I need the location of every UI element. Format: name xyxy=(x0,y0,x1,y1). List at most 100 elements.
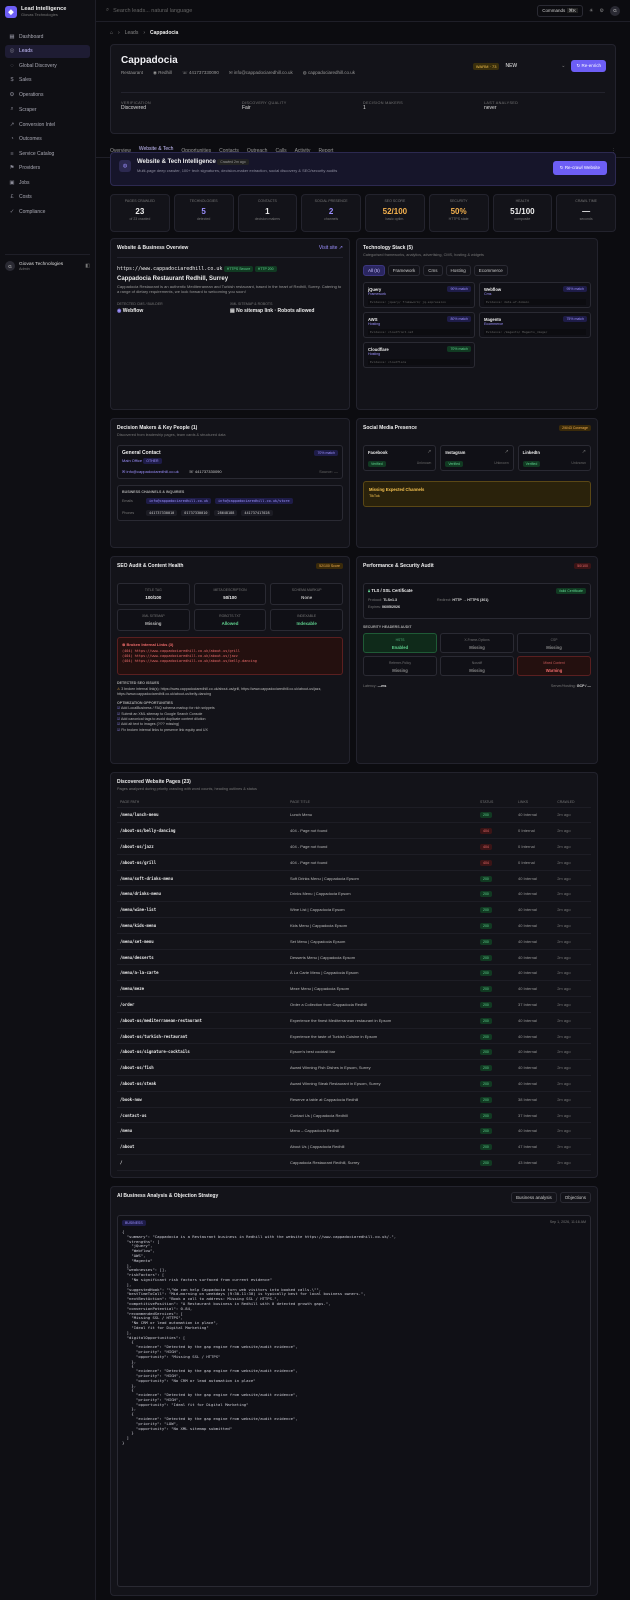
table-row[interactable]: /menu Menu – Cappadocia Redhill 200 40 Inte… xyxy=(117,1122,591,1140)
broken-link[interactable]: (404) https://www.cappadociaredhill.co.u… xyxy=(122,659,338,664)
channel-email[interactable]: info@cappadociaredhill.co.uk xyxy=(146,498,212,504)
settings-icon[interactable]: ⚙ xyxy=(600,8,604,14)
page-path[interactable]: /about-us/jazz xyxy=(117,838,287,855)
page-path[interactable]: /about-us/grill xyxy=(117,854,287,871)
sidebar-item-service-catalog[interactable]: ≡ Service Catalog xyxy=(5,147,90,160)
table-row[interactable]: /about-us/turkish-restaurant Experience t… xyxy=(117,1028,591,1045)
topbar-avatar[interactable]: G xyxy=(610,5,620,16)
collapse-icon[interactable]: ◧ xyxy=(85,263,90,269)
page-path[interactable]: /contact-us xyxy=(117,1107,287,1124)
social-card-linkedin[interactable]: LinkedIn ↗ Verified Unknown xyxy=(517,445,591,471)
table-row[interactable]: /about-us/steak Award Winning Steak Resta… xyxy=(117,1075,591,1092)
tech-filter[interactable]: All (5) xyxy=(363,265,385,276)
breadcrumb-leads[interactable]: Leads xyxy=(125,30,139,36)
page-path[interactable]: /menu/drinks-menu xyxy=(117,885,287,903)
page-path[interactable]: /about-us/belly-dancing xyxy=(117,822,287,840)
page-path[interactable]: /menu/set-menu xyxy=(117,933,287,950)
table-row[interactable]: /book-now Reserve a table at Cappadocia R… xyxy=(117,1091,591,1108)
table-row[interactable]: /contact-us Contact Us | Cappadocia Redhi… xyxy=(117,1107,591,1124)
recrawl-button[interactable]: ↻ Re-crawl Website xyxy=(552,161,607,175)
status-select[interactable]: NEW ⌄ xyxy=(505,63,565,69)
page-path[interactable]: /menu/lunch-menu xyxy=(117,807,287,824)
page-path[interactable]: /book-now xyxy=(117,1091,287,1108)
lead-phone[interactable]: ☏ 441737330090 xyxy=(182,70,219,76)
objections-button[interactable]: Objections xyxy=(559,1192,591,1203)
page-path[interactable]: /menu/wine-list xyxy=(117,901,287,919)
sidebar-item-costs[interactable]: £ Costs xyxy=(5,191,90,204)
sidebar-item-jobs[interactable]: ▣ Jobs xyxy=(5,176,90,189)
contact-phone[interactable]: ☏ 441737330090 xyxy=(189,469,222,474)
social-card-facebook[interactable]: Facebook ↗ Verified Unknown xyxy=(363,445,437,471)
tech-filter[interactable]: Framework xyxy=(387,265,421,276)
tech-filter[interactable]: Hosting xyxy=(445,265,471,276)
table-row[interactable]: /about-us/mediterranean-restaurant Experi… xyxy=(117,1012,591,1029)
page-path[interactable]: /about-us/turkish-restaurant xyxy=(117,1028,287,1045)
sidebar-item-sales[interactable]: $ Sales xyxy=(5,74,90,87)
user-menu[interactable]: G Giovas Technologies Admin ◧ xyxy=(5,254,90,271)
page-path[interactable]: /menu/kids-menu xyxy=(117,917,287,934)
table-row[interactable]: /menu/meze Meze Menu | Cappadocia Epsom 20… xyxy=(117,980,591,998)
tech-filter[interactable]: Ecommerce xyxy=(473,265,508,276)
table-row[interactable]: /order Order a Collection from Cappadocia… xyxy=(117,996,591,1013)
sidebar-item-providers[interactable]: ⚑ Providers xyxy=(5,162,90,175)
page-path[interactable]: /about xyxy=(117,1138,287,1156)
channel-phone[interactable]: 441737417028 xyxy=(241,510,273,516)
page-path[interactable]: / xyxy=(117,1154,287,1171)
page-path[interactable]: /menu/desserts xyxy=(117,949,287,966)
page-path[interactable]: /order xyxy=(117,996,287,1013)
commands-button[interactable]: Commands ⌘K xyxy=(537,4,584,17)
sidebar-item-dashboard[interactable]: ▦ Dashboard xyxy=(5,30,90,43)
page-path[interactable]: /menu/soft-drinks-menu xyxy=(117,870,287,887)
social-name: LinkedIn xyxy=(522,450,540,455)
home-icon[interactable]: ⌂ xyxy=(110,30,113,36)
theme-icon[interactable]: ☀ xyxy=(589,8,593,14)
table-row[interactable]: /menu/drinks-menu Drinks Menu | Cappadoci… xyxy=(117,885,591,903)
page-path[interactable]: /about-us/steak xyxy=(117,1075,287,1092)
channel-phone[interactable]: 28648188 xyxy=(214,510,238,516)
table-row[interactable]: /menu/kids-menu Kids Menu | Cappadocia Ep… xyxy=(117,917,591,934)
channel-phone[interactable]: 01737330010 xyxy=(181,510,211,516)
page-path[interactable]: /menu/a-la-carte xyxy=(117,964,287,982)
sidebar-item-operations[interactable]: ⚙ Operations xyxy=(5,88,90,101)
table-row[interactable]: /menu/desserts Desserts Menu | Cappadocia… xyxy=(117,949,591,966)
table-row[interactable]: /menu/a-la-carte À La Carte Menu | Cappad… xyxy=(117,964,591,982)
table-row[interactable]: / Cappadocia Restaurant Redhill, Surrey 20… xyxy=(117,1154,591,1171)
business-analysis-button[interactable]: Business analysis xyxy=(510,1192,557,1203)
contact-email[interactable]: ✉ info@cappadociaredhill.co.uk xyxy=(122,469,179,474)
table-row[interactable]: /menu/set-menu Set Menu | Cappadocia Epso… xyxy=(117,933,591,950)
page-path[interactable]: /about-us/mediterranean-restaurant xyxy=(117,1012,287,1029)
overview-url[interactable]: https://www.cappadociaredhill.co.uk xyxy=(117,266,222,272)
table-row[interactable]: /about-us/signature-cocktails Epsom's bes… xyxy=(117,1043,591,1061)
page-path[interactable]: /menu/meze xyxy=(117,980,287,998)
table-row[interactable]: /about-us/jazz 404 - Page not found 404 0 I… xyxy=(117,838,591,855)
lead-site[interactable]: ◍ cappadociaredhill.co.uk xyxy=(303,70,355,76)
sidebar-item-compliance[interactable]: ✓ Compliance xyxy=(5,205,90,218)
external-link-icon[interactable]: ↗ xyxy=(504,449,508,455)
sidebar-item-leads[interactable]: ◎ Leads xyxy=(5,44,90,58)
table-row[interactable]: /menu/lunch-menu Lunch Menu 200 40 Internal… xyxy=(117,807,591,824)
sidebar-item-conversion-intel[interactable]: ↗ Conversion Intel xyxy=(5,118,90,131)
channel-email[interactable]: info@cappadociaredhill.co.uk/store xyxy=(215,498,293,504)
external-link-icon[interactable]: ↗ xyxy=(582,449,586,455)
page-path[interactable]: /about-us/signature-cocktails xyxy=(117,1043,287,1061)
table-row[interactable]: /about-us/fish Award Winning Fish Dishes … xyxy=(117,1059,591,1077)
table-row[interactable]: /about-us/grill 404 - Page not found 404 0 … xyxy=(117,854,591,871)
table-row[interactable]: /about-us/belly-dancing 404 - Page not fo… xyxy=(117,822,591,840)
tech-filter[interactable]: Cms xyxy=(423,265,443,276)
seo-issue: ⚠ 3 broken internal link(s): https://www… xyxy=(117,687,322,696)
re-enrich-button[interactable]: ↻ Re-enrich xyxy=(571,60,606,72)
external-link-icon[interactable]: ↗ xyxy=(427,449,431,455)
table-row[interactable]: /about About Us | Cappadocia Redhill 200 47… xyxy=(117,1138,591,1156)
social-card-instagram[interactable]: Instagram ↗ Verified Unknown xyxy=(440,445,514,471)
sidebar-item-scraper[interactable]: ⌕ Scraper xyxy=(5,103,90,117)
sidebar-item-outcomes[interactable]: ◔ Outcomes xyxy=(5,133,90,146)
table-row[interactable]: /menu/wine-list Wine List | Cappadocia Ep… xyxy=(117,901,591,919)
visit-site-link[interactable]: Visit site ↗ xyxy=(319,245,343,251)
page-path[interactable]: /menu xyxy=(117,1122,287,1140)
table-row[interactable]: /menu/soft-drinks-menu Soft Drinks Menu |… xyxy=(117,870,591,887)
channel-phone[interactable]: 441737330010 xyxy=(146,510,178,516)
lead-email[interactable]: ✉ info@cappadociaredhill.co.uk xyxy=(229,70,293,76)
sidebar-item-global-discovery[interactable]: ◌ Global Discovery xyxy=(5,59,90,72)
search-input[interactable]: ⌕ Search leads... natural language xyxy=(106,7,531,14)
page-path[interactable]: /about-us/fish xyxy=(117,1059,287,1077)
